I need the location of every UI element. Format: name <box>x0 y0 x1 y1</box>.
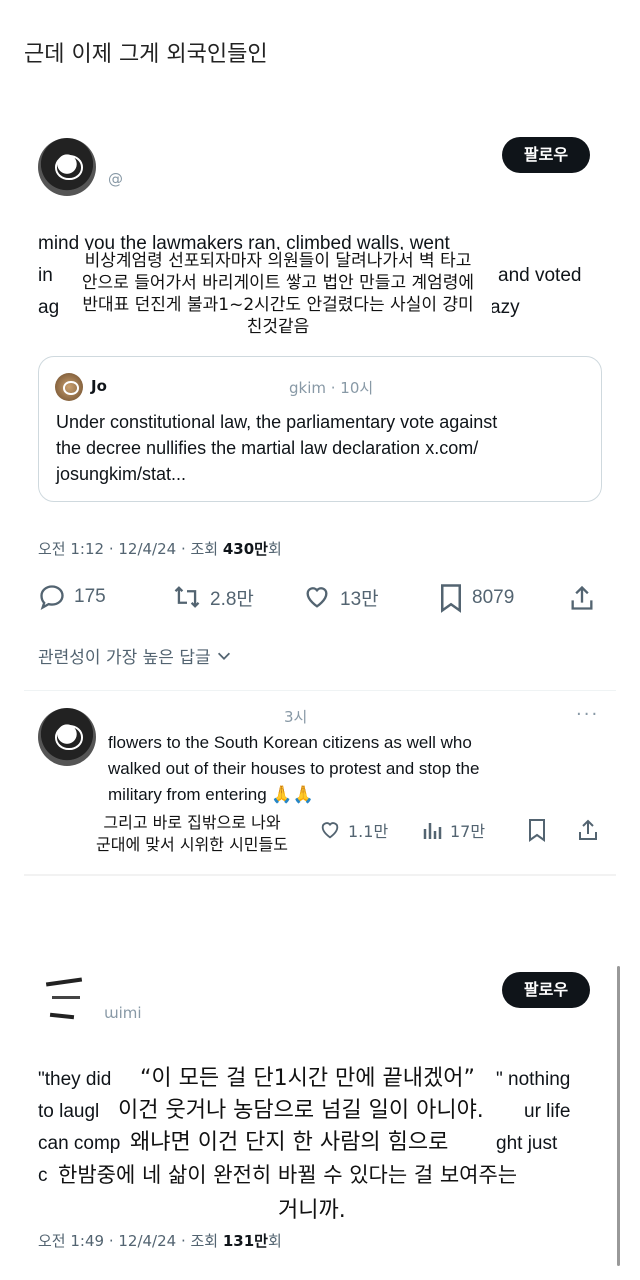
post-body-line: ag <box>38 297 60 318</box>
post2-body-fragment: to laugl <box>38 1101 100 1122</box>
reply-icon <box>40 585 64 611</box>
share-icon[interactable] <box>576 818 600 842</box>
post2-body-fragment: c <box>38 1165 48 1186</box>
view-suffix: 회 <box>267 540 282 558</box>
post-body-line: in <box>38 265 53 286</box>
bookmark-action[interactable]: 8079 <box>438 583 514 613</box>
reply-text-line: walked out of their houses to protest an… <box>108 759 480 778</box>
reply-translation-overlay: 그리고 바로 집밖으로 나와 군대에 맞서 시위한 시민들도 <box>78 812 306 856</box>
post2-overlay-line: 왜냐면 이건 단지 한 사람의 힘으로 <box>130 1126 449 1160</box>
author2-avatar-redacted[interactable] <box>42 974 102 1024</box>
heart-icon <box>321 822 339 839</box>
post2-view-suffix: 회 <box>267 1232 282 1250</box>
heart-icon <box>306 587 328 608</box>
overlay-line: 비상계엄령 선포되자마자 의원들이 달려나가서 벽 타고 <box>84 251 472 271</box>
sort-label: 관련성이 가장 높은 답글 <box>38 648 211 668</box>
post2-time: 오전 1:49 · 12/4/24 · 조회 <box>38 1232 223 1250</box>
post2-body-fragment: can comp <box>38 1133 121 1154</box>
like-count: 13만 <box>340 588 379 610</box>
divider <box>24 690 616 691</box>
view-count: 430만 <box>222 540 268 558</box>
overlay-line: 안으로 들어가서 바리게이트 쌓고 법안 만들고 계엄령에 <box>81 273 475 293</box>
chevron-down-icon <box>217 652 230 660</box>
reply-text-line: military from entering 🙏🙏 <box>108 785 314 804</box>
post2-body-fragment: "they did <box>38 1069 112 1090</box>
like-action[interactable]: 13만 <box>302 583 379 611</box>
retweet-action[interactable]: 2.8만 <box>172 583 254 611</box>
analytics-icon <box>423 823 442 839</box>
bookmark-icon[interactable] <box>526 818 548 842</box>
share-icon[interactable] <box>568 584 596 612</box>
reply-time: 3시 <box>284 708 308 726</box>
quoted-text-line: josungkim/stat... <box>56 464 187 484</box>
post-meta: 오전 1:12 · 12/4/24 · 조회 430만회 <box>38 538 282 559</box>
post2-overlay-line: “이 모든 걸 단1시간 만에 끝내겠어” <box>140 1062 475 1096</box>
divider <box>24 874 616 876</box>
bookmark-icon <box>441 584 461 613</box>
overlay-line: 반대표 던진게 불과1~2시간도 안걸렸다는 사실이 걍미 <box>82 295 474 315</box>
post2-overlay-line: 이건 웃거나 농담으로 넘길 일이 아니야. <box>118 1094 484 1128</box>
post2-body-fragment: ght just <box>496 1133 558 1154</box>
overlay-line: 그리고 바로 집밖으로 나와 <box>103 813 281 832</box>
reply-count: 175 <box>74 586 106 607</box>
translation-overlay: 비상계엄령 선포되자마자 의원들이 달려나가서 벽 타고 안으로 들어가서 바리… <box>64 250 492 338</box>
quoted-author: Jo <box>91 377 107 395</box>
quoted-avatar <box>55 373 83 401</box>
author2-handle[interactable]: ɯimi <box>104 1004 142 1022</box>
quoted-handle-time: gkim · 10시 <box>289 379 374 397</box>
more-icon[interactable]: ··· <box>576 704 599 725</box>
post-body-line: azy <box>490 297 520 318</box>
scrollbar[interactable] <box>617 966 620 1266</box>
post2-body-fragment: " nothing <box>496 1069 571 1090</box>
bookmark-count: 8079 <box>472 587 515 608</box>
quoted-text-line: Under constitutional law, the parliament… <box>56 412 498 432</box>
reply-avatar[interactable] <box>38 708 96 766</box>
post2-view-count: 131만 <box>222 1232 268 1250</box>
post2-overlay-line: 한밤중에 네 삶이 완전히 바뀔 수 있다는 걸 보여주는 <box>58 1158 518 1192</box>
post-body-line: and voted <box>498 265 582 286</box>
quoted-text-line: the decree nullifies the martial law dec… <box>56 438 479 458</box>
post2-overlay-line: 거니까. <box>278 1194 346 1228</box>
quoted-tweet[interactable]: Jo gkim · 10시 Under constitutional law, … <box>38 356 602 502</box>
reply-sort-dropdown[interactable]: 관련성이 가장 높은 답글 <box>38 643 233 668</box>
retweet-count: 2.8만 <box>210 588 254 610</box>
post2-body-fragment: ur life <box>524 1101 571 1122</box>
reply-action[interactable]: 175 <box>38 583 106 611</box>
post2-meta: 오전 1:49 · 12/4/24 · 조회 131만회 <box>38 1230 282 1251</box>
reply-views-action[interactable]: 17만 <box>422 818 485 842</box>
reply-view-count: 17만 <box>450 822 486 841</box>
overlay-line: 친것같음 <box>246 317 310 337</box>
caption-text: 근데 이제 그게 외국인들인 <box>24 42 268 67</box>
author-handle[interactable]: @ <box>108 170 123 188</box>
author-avatar[interactable] <box>38 138 96 196</box>
follow-button[interactable]: 팔로우 <box>502 137 590 173</box>
follow-button[interactable]: 팔로우 <box>502 972 590 1008</box>
overlay-line: 군대에 맞서 시위한 시민들도 <box>96 835 288 854</box>
retweet-icon <box>174 586 200 608</box>
post-time: 오전 1:12 · 12/4/24 · 조회 <box>38 540 223 558</box>
reply-like-count: 1.1만 <box>348 822 389 841</box>
reply-text-line: flowers to the South Korean citizens as … <box>108 733 472 752</box>
reply-like-action[interactable]: 1.1만 <box>318 818 388 842</box>
